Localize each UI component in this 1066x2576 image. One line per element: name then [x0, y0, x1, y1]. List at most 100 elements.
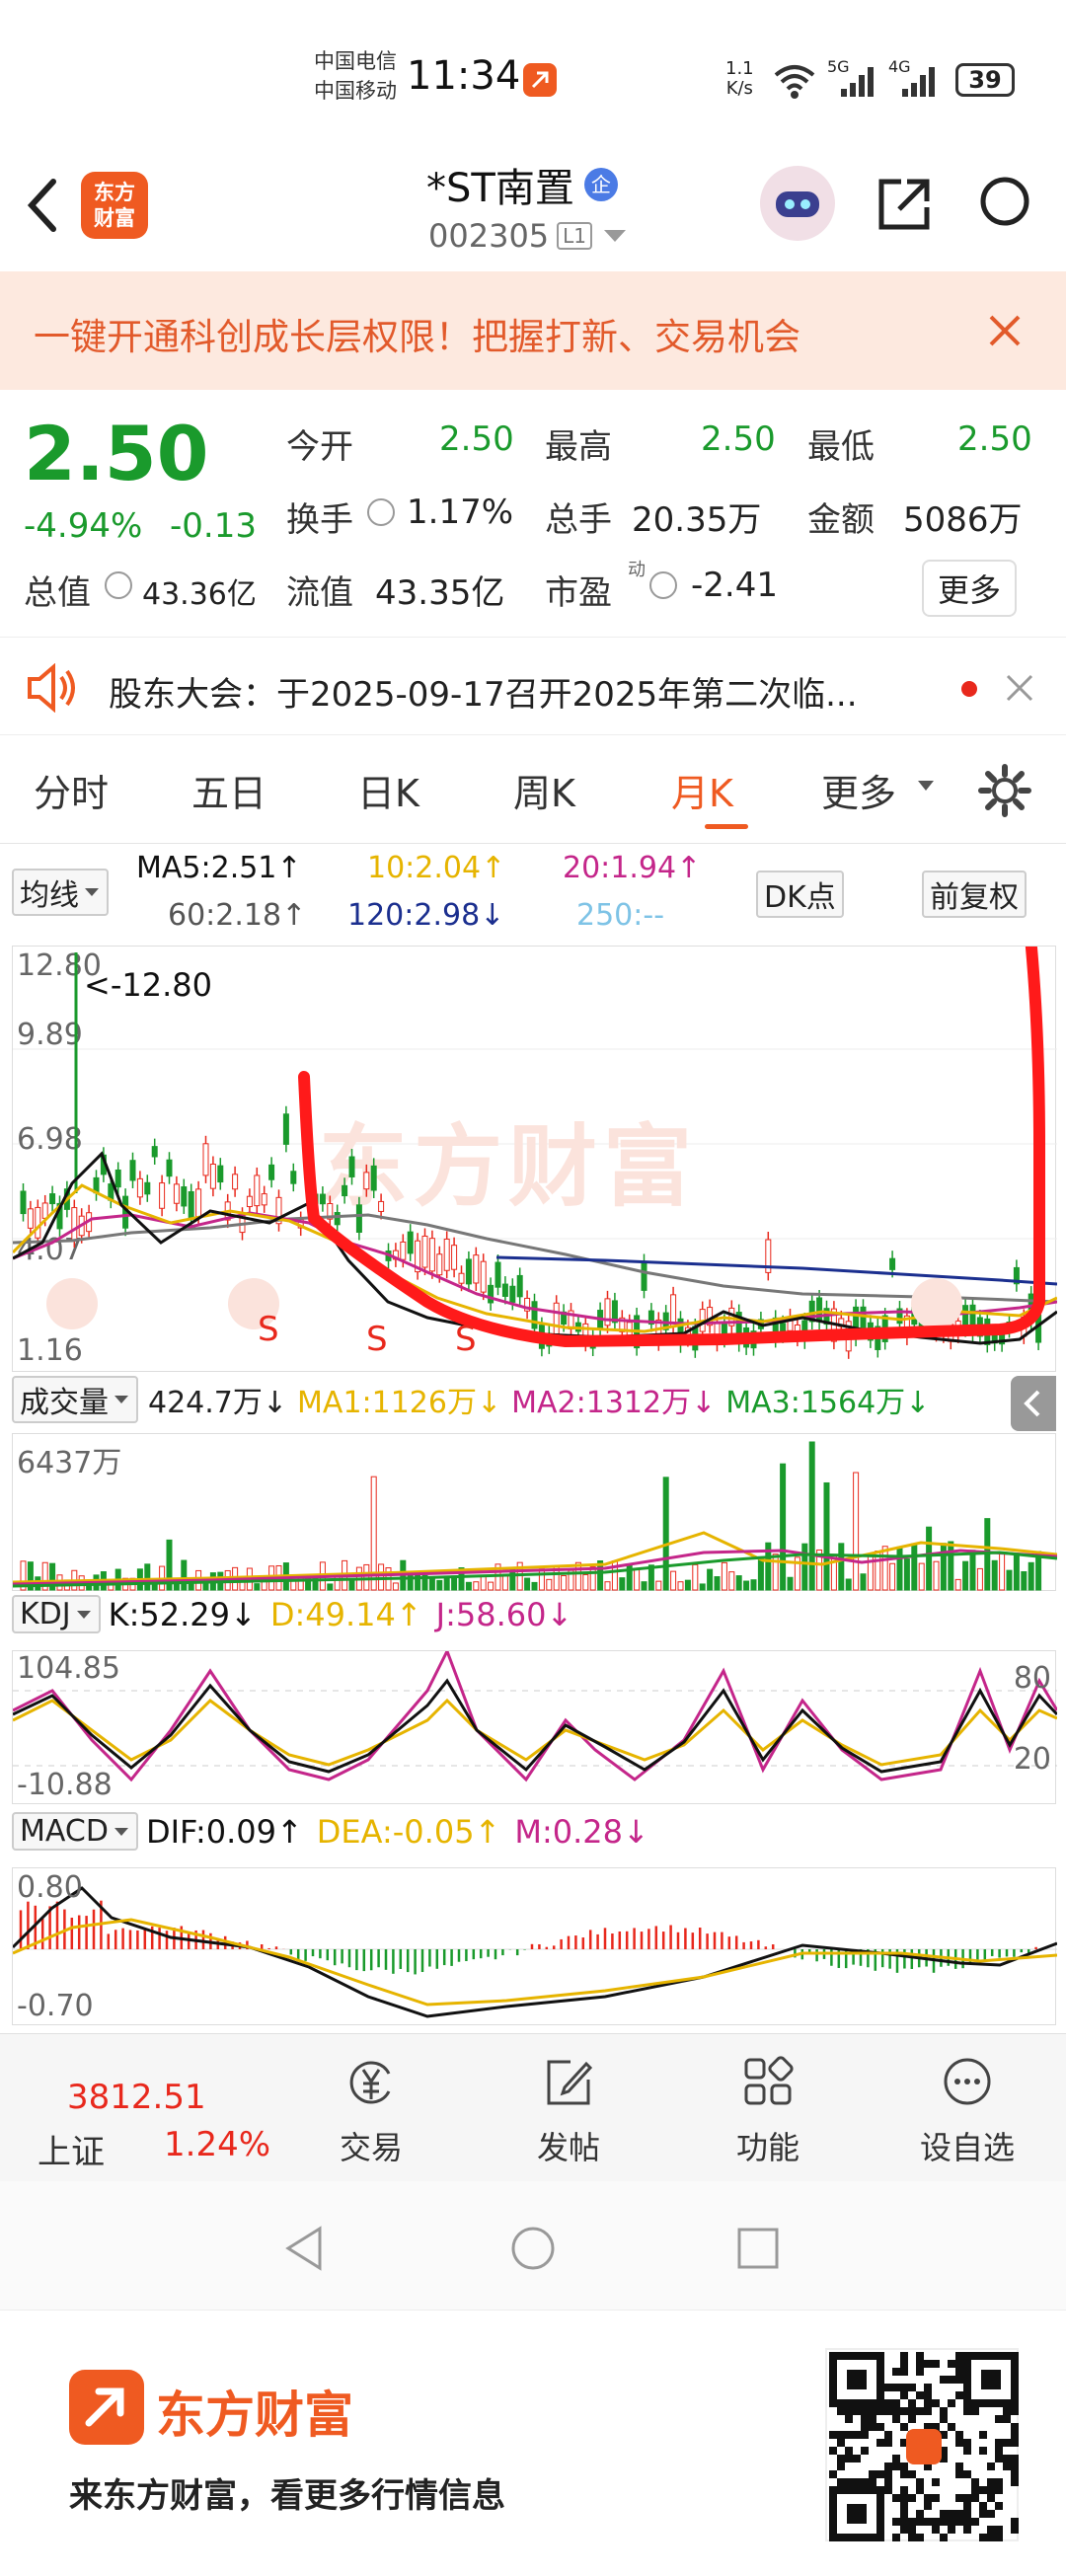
nav-recents-icon[interactable]	[736, 2227, 780, 2270]
trade-button[interactable]: 交易	[302, 2054, 440, 2168]
qr-module	[908, 2399, 916, 2407]
nav-home-icon[interactable]	[509, 2225, 557, 2272]
macd-chart[interactable]: 0.80 -0.70	[12, 1867, 1057, 2025]
candle	[378, 1200, 385, 1212]
change-pct: -4.94%	[24, 506, 143, 546]
notice-bar[interactable]: 股东大会：于2025-09-17召开2025年第二次临...	[0, 637, 1066, 735]
volume-chart[interactable]: 6437万	[12, 1433, 1057, 1591]
qr-module	[892, 2407, 900, 2415]
more-button[interactable]: 更多	[922, 560, 1018, 617]
gear-icon[interactable]	[977, 763, 1032, 818]
candle	[217, 1165, 224, 1183]
qr-module	[845, 2447, 853, 2455]
qr-finder-center	[847, 2504, 867, 2524]
qr-module	[845, 2431, 853, 2439]
qr-module	[916, 2407, 924, 2415]
signal-4g-icon	[902, 67, 935, 97]
macd-selector[interactable]: MACD	[12, 1812, 138, 1851]
qr-module	[963, 2407, 971, 2415]
info-icon[interactable]	[649, 571, 677, 599]
battery-indicator: 39	[955, 63, 1015, 97]
chevron-down-icon	[114, 1827, 128, 1836]
qr-module	[995, 2486, 1003, 2494]
volume-bar	[991, 1559, 998, 1591]
candle	[151, 1146, 158, 1158]
volume-bar	[582, 1573, 589, 1591]
share-icon[interactable]	[874, 174, 935, 235]
kline-chart[interactable]: 12.80 9.89 6.98 4.07 1.16 <-12.80 东方财富 S…	[12, 946, 1057, 1372]
post-button[interactable]: 发帖	[499, 2054, 638, 2168]
qr-module	[971, 2494, 979, 2502]
index-name[interactable]: 上证	[38, 2125, 105, 2173]
candle	[641, 1261, 647, 1291]
volume-bar	[480, 1575, 487, 1591]
qr-module	[853, 2455, 861, 2462]
qr-module	[963, 2502, 971, 2510]
kdj-selector[interactable]: KDJ	[12, 1595, 101, 1633]
candle	[473, 1254, 480, 1284]
chevron-down-icon	[918, 781, 934, 791]
function-label: 功能	[735, 2129, 800, 2166]
function-button[interactable]: 功能	[699, 2054, 837, 2168]
price-adjust-selector[interactable]: 前复权	[922, 871, 1027, 918]
grid-icon	[744, 2056, 794, 2105]
qr-module	[869, 2478, 876, 2486]
kdj-ref-high: 80	[1013, 1661, 1051, 1696]
back-icon[interactable]	[22, 176, 61, 235]
pe-value: -2.41	[691, 566, 778, 605]
collapse-panel-button[interactable]	[1011, 1376, 1056, 1431]
tab-intraday[interactable]: 分时	[34, 763, 109, 817]
tab-five-day[interactable]: 五日	[191, 763, 266, 817]
volume-bar	[707, 1568, 714, 1591]
qr-module	[995, 2439, 1003, 2447]
qr-module	[940, 2518, 948, 2526]
assistant-avatar[interactable]	[760, 166, 835, 241]
promo-banner[interactable]: 一键开通科创成长层权限！把握打新、交易机会	[0, 271, 1066, 390]
qr-module	[884, 2462, 892, 2470]
period-tabs: 分时 五日 日K 周K 月K 更多	[0, 735, 1066, 844]
ma250-value: 250:--	[576, 898, 665, 933]
kdj-chart[interactable]: 104.85 -10.88 80 20	[12, 1650, 1057, 1804]
kdj-j: J:58.60↓	[435, 1595, 573, 1633]
qr-module	[900, 2518, 908, 2526]
qr-module	[940, 2415, 948, 2423]
stock-code-row[interactable]: 002305 L1	[428, 217, 630, 255]
info-icon[interactable]	[367, 498, 395, 526]
logo-text-1: 东方	[94, 181, 135, 204]
tab-weekly-k[interactable]: 周K	[513, 763, 575, 817]
qr-module	[876, 2423, 884, 2431]
qr-module	[932, 2478, 940, 2486]
volume-selector[interactable]: 成交量	[12, 1376, 138, 1423]
volume-bar	[969, 1550, 976, 1591]
candle	[889, 1257, 896, 1270]
carrier-2: 中国移动	[314, 79, 397, 103]
tab-more[interactable]: 更多	[821, 763, 896, 817]
qr-module	[955, 2510, 963, 2518]
qr-module	[900, 2360, 908, 2368]
nav-back-icon[interactable]	[282, 2225, 326, 2272]
enterprise-badge: 企	[583, 168, 618, 201]
close-icon[interactable]	[1005, 673, 1034, 703]
index-value[interactable]: 3812.51	[67, 2078, 206, 2117]
qr-module	[845, 2415, 853, 2423]
tab-monthly-k[interactable]: 月K	[671, 763, 733, 817]
volume-bar	[378, 1563, 385, 1591]
qr-module	[948, 2423, 955, 2431]
close-icon[interactable]	[987, 313, 1023, 348]
dk-point-selector[interactable]: DK点	[756, 871, 844, 918]
qr-module	[884, 2478, 892, 2486]
edit-icon	[547, 2060, 593, 2105]
indicator-selector[interactable]: 均线	[12, 869, 109, 916]
qr-module	[908, 2407, 916, 2415]
search-icon[interactable]	[977, 174, 1038, 235]
mktcap-value: 43.36亿	[142, 577, 257, 612]
qr-module	[924, 2407, 932, 2415]
index-change[interactable]: 1.24%	[164, 2125, 270, 2164]
info-icon[interactable]	[105, 571, 132, 599]
candle	[509, 1285, 516, 1303]
tab-daily-k[interactable]: 日K	[357, 763, 419, 817]
qr-module	[995, 2478, 1003, 2486]
add-watchlist-button[interactable]: 设自选	[898, 2054, 1036, 2168]
candle	[370, 1165, 377, 1191]
volume-legend: 成交量 424.7万↓ MA1:1126万↓ MA2:1312万↓ MA3:15…	[12, 1376, 930, 1423]
